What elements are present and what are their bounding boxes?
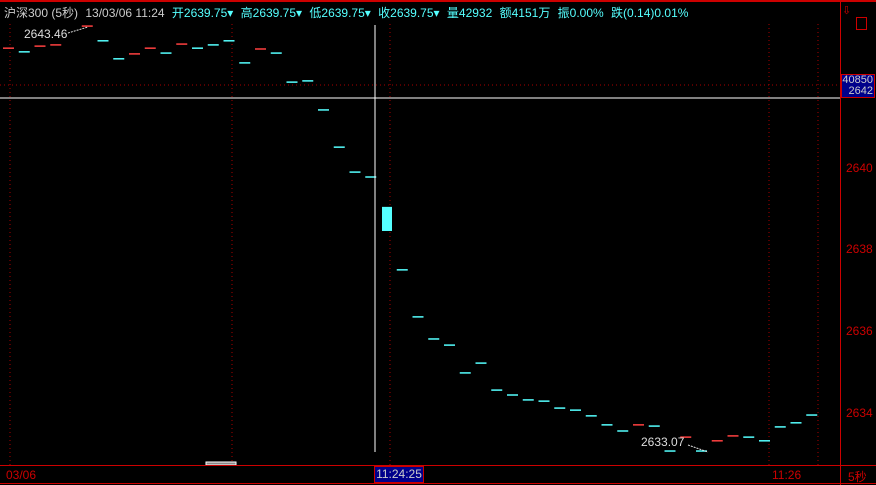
price-plot[interactable] xyxy=(0,0,876,485)
cursor-price: 2642 xyxy=(848,85,873,97)
cursor-time-readout: 11:24:25 xyxy=(374,466,424,483)
candle xyxy=(382,206,392,231)
time-start-label: 03/06 xyxy=(6,468,37,482)
time-end-label: 11:26 xyxy=(772,468,802,482)
time-axis-line xyxy=(0,465,876,466)
high-leader xyxy=(67,26,89,34)
price-tick: 2636 xyxy=(846,324,873,338)
period-button[interactable]: 5秒 xyxy=(848,468,867,485)
price-tick: 2634 xyxy=(846,406,873,420)
cursor-price-readout: 40850 2642 xyxy=(841,74,875,98)
high-annotation: 2643.46 xyxy=(24,27,68,41)
bottom-border xyxy=(0,483,876,484)
low-annotation: 2633.07 xyxy=(641,435,685,449)
price-axis-line xyxy=(840,0,841,485)
price-tick: 2638 xyxy=(846,242,873,256)
kline-chart-window: 沪深300 (5秒) 13/03/06 11:24 开2639.75▾ 高263… xyxy=(0,0,876,485)
price-tick: 2640 xyxy=(846,161,873,175)
